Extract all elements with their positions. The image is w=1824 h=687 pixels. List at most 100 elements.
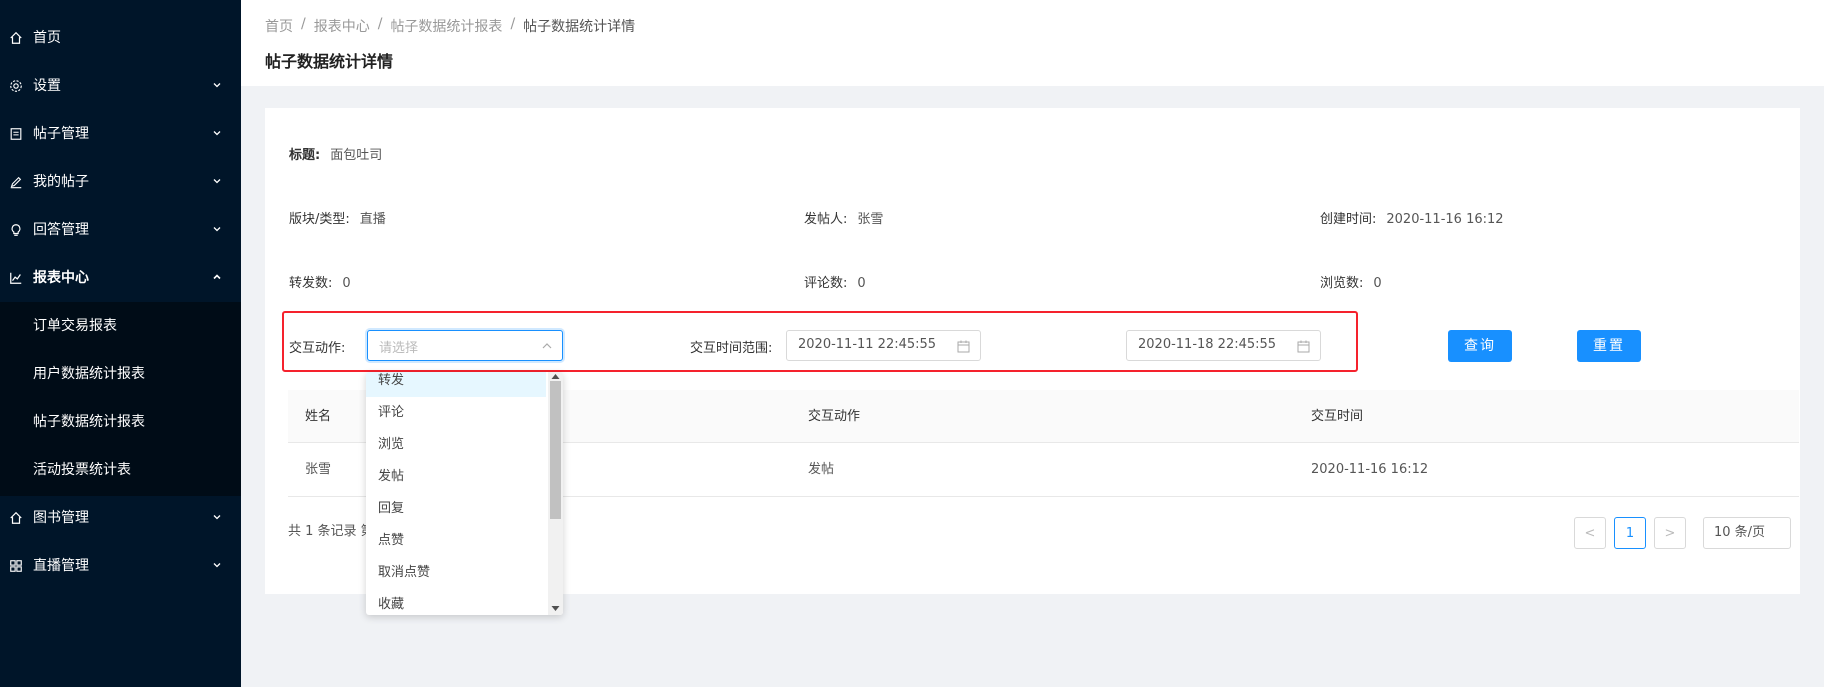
poster-value: 张雪 [857,212,884,227]
grid-icon [8,558,24,574]
sidebar-item-label: 直播管理 [33,558,89,574]
reset-button[interactable]: 重置 [1577,330,1641,362]
section-value: 直播 [359,212,386,227]
sidebar-item-answers[interactable]: 回答管理 [0,206,241,254]
home-icon [8,30,24,46]
end-date-value: 2020-11-18 22:45:55 [1138,337,1277,352]
submenu-item-user-report[interactable]: 用户数据统计报表 [0,350,241,398]
sidebar-item-label: 首页 [33,30,61,46]
page-number: 1 [1625,525,1635,541]
views-field: 浏览数: 0 [1320,272,1382,291]
query-button[interactable]: 查询 [1448,330,1512,362]
dropdown-option[interactable]: 发帖 [366,461,546,493]
sidebar-item-label: 帖子管理 [33,126,89,142]
chevron-right-icon: > [1664,525,1676,541]
calendar-icon [1297,340,1310,353]
dropdown-option[interactable]: 浏览 [366,429,546,461]
title-field: 标题: 面包吐司 [289,144,382,163]
home-icon [8,510,24,526]
column-header-action: 交互动作 [808,409,861,424]
title-value: 面包吐司 [330,148,383,163]
created-label: 创建时间: [1320,212,1377,227]
reposts-field: 转发数: 0 [289,272,351,291]
action-label: 交互动作: [289,341,346,356]
chevron-up-icon [213,274,221,280]
sidebar-item-home[interactable]: 首页 [0,14,241,62]
breadcrumb-post-report[interactable]: 帖子数据统计报表 [390,16,502,36]
dropdown-option[interactable]: 取消点赞 [366,557,546,589]
submenu-item-vote-report[interactable]: 活动投票统计表 [0,446,241,494]
chevron-up-icon [542,343,552,349]
cell-time: 2020-11-16 16:12 [1311,462,1429,477]
breadcrumb-separator: / [377,16,383,32]
breadcrumb-home[interactable]: 首页 [265,16,293,36]
column-header-time: 交互时间 [1311,409,1364,424]
dropdown-option[interactable]: 点赞 [366,525,546,557]
page-1-button[interactable]: 1 [1614,517,1646,549]
views-value: 0 [1373,276,1382,291]
sidebar-item-report-center[interactable]: 报表中心 [0,254,241,302]
created-value: 2020-11-16 16:12 [1386,212,1504,227]
section-label: 版块/类型: [289,212,350,227]
sidebar-item-label: 回答管理 [33,222,89,238]
time-range-label: 交互时间范围: [690,341,773,356]
comments-label: 评论数: [804,276,848,291]
sidebar: 首页 设置 帖子管理 我的帖子 回答管理 报表中心 订单交易报表 用户数据统计报… [0,0,241,687]
page-size-select[interactable]: 10 条/页 [1703,517,1791,549]
total-records: 共 1 条记录 第 [288,524,374,539]
calendar-icon [957,340,970,353]
section-field: 版块/类型: 直播 [289,208,386,227]
chevron-down-icon [213,131,221,136]
page-title: 帖子数据统计详情 [265,52,394,71]
document-icon [8,126,24,142]
start-date-picker[interactable]: 2020-11-11 22:45:55 [786,330,981,361]
chart-icon [8,270,24,286]
sidebar-item-live[interactable]: 直播管理 [0,542,241,590]
reposts-label: 转发数: [289,276,333,291]
sidebar-item-label: 图书管理 [33,510,89,526]
chevron-down-icon [213,563,221,568]
scroll-up-icon[interactable] [551,373,560,380]
dropdown-option[interactable]: 回复 [366,493,546,525]
comments-value: 0 [857,276,866,291]
submenu-item-order-report[interactable]: 订单交易报表 [0,302,241,350]
breadcrumb-separator: / [301,16,306,32]
cell-name: 张雪 [305,462,332,477]
submenu-item-post-report[interactable]: 帖子数据统计报表 [0,398,241,446]
breadcrumb-report-center[interactable]: 报表中心 [314,16,370,36]
gear-icon [8,78,24,94]
chevron-down-icon [213,83,221,88]
cell-action: 发帖 [808,462,835,477]
chevron-left-icon: < [1584,525,1596,541]
end-date-picker[interactable]: 2020-11-18 22:45:55 [1126,330,1321,361]
breadcrumb-current: 帖子数据统计详情 [523,19,636,35]
sidebar-item-my-posts[interactable]: 我的帖子 [0,158,241,206]
chevron-down-icon [213,227,221,232]
pen-icon [8,174,24,190]
views-label: 浏览数: [1320,276,1364,291]
prev-page-button[interactable]: < [1574,517,1606,549]
breadcrumb: 首页 / 报表中心 / 帖子数据统计报表 / 帖子数据统计详情 [265,16,635,36]
page-size-value: 10 条/页 [1714,525,1766,540]
dropdown-option[interactable]: 转发 [366,372,546,397]
dropdown-option[interactable]: 收藏 [366,589,546,615]
column-header-name: 姓名 [305,409,332,424]
sidebar-item-post-management[interactable]: 帖子管理 [0,110,241,158]
action-select[interactable]: 请选择 [367,330,563,361]
poster-field: 发帖人: 张雪 [804,208,883,227]
reposts-value: 0 [342,276,351,291]
page-header: 首页 / 报表中心 / 帖子数据统计报表 / 帖子数据统计详情 帖子数据统计详情 [241,0,1824,86]
scrollbar-thumb[interactable] [550,381,561,519]
report-submenu: 订单交易报表 用户数据统计报表 帖子数据统计报表 活动投票统计表 [0,302,241,496]
chevron-down-icon [213,515,221,520]
bulb-icon [8,222,24,238]
start-date-value: 2020-11-11 22:45:55 [798,337,937,352]
sidebar-item-label: 报表中心 [33,270,89,286]
sidebar-item-settings[interactable]: 设置 [0,62,241,110]
next-page-button[interactable]: > [1654,517,1686,549]
dropdown-option[interactable]: 评论 [366,397,546,429]
created-field: 创建时间: 2020-11-16 16:12 [1320,208,1504,227]
dropdown-scrollbar[interactable] [548,372,563,615]
sidebar-item-books[interactable]: 图书管理 [0,494,241,542]
scroll-down-icon[interactable] [551,605,560,612]
